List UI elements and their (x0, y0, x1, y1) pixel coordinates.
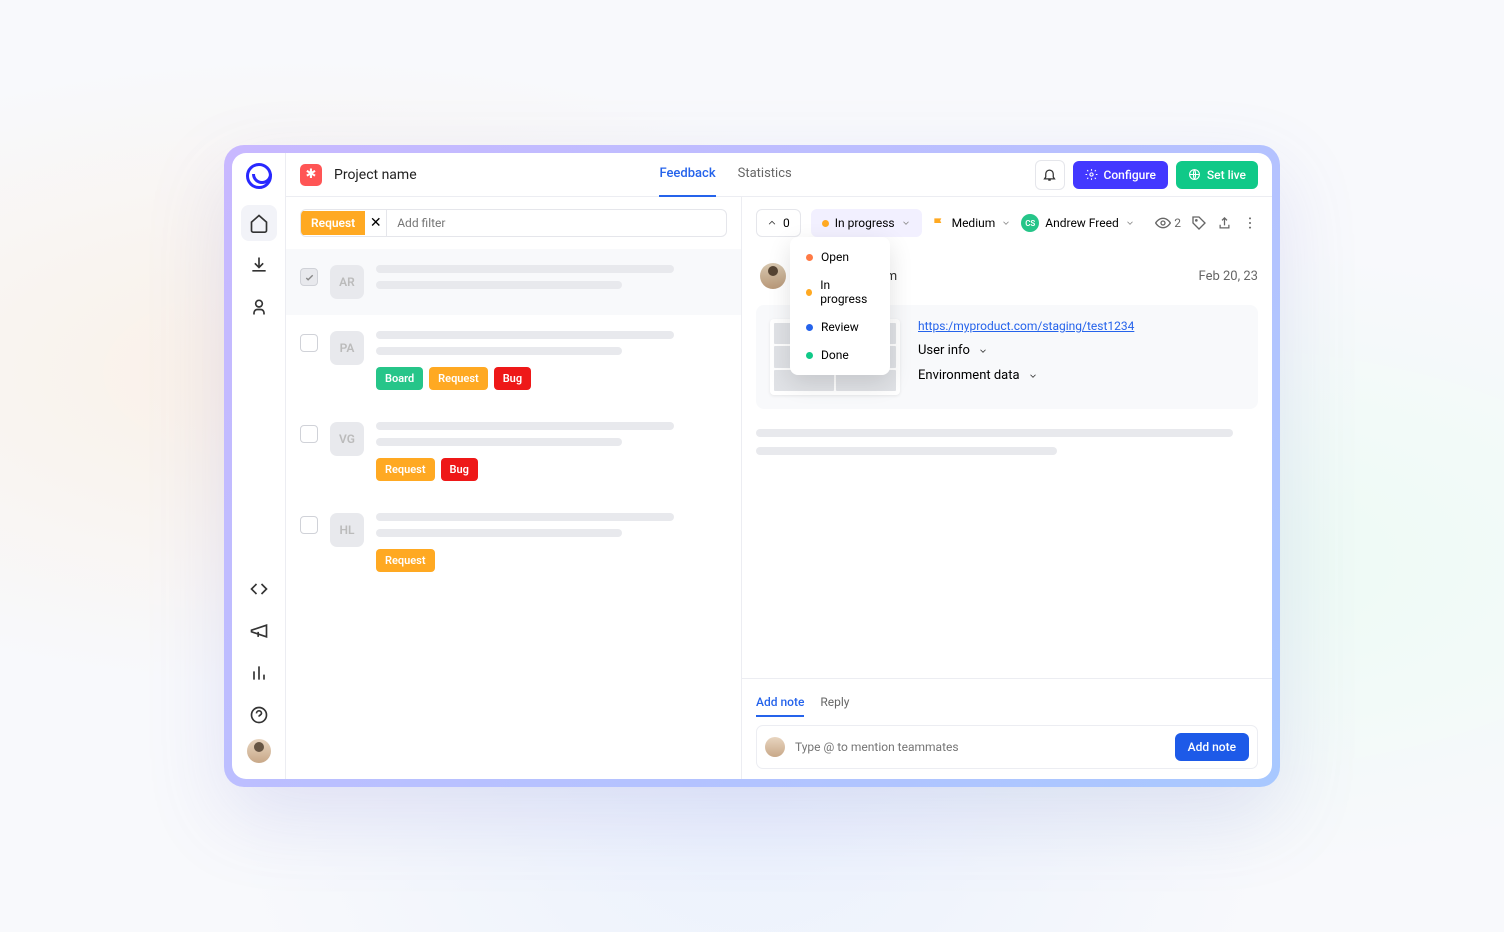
feedback-list-panel: Request ✕ AR PA Board Request Bug VG Reque… (286, 197, 742, 779)
tag-bug: Bug (494, 367, 531, 390)
item-title-placeholder (376, 422, 674, 430)
reporter-avatar (760, 263, 786, 289)
upvote-pill[interactable]: 0 (756, 209, 801, 237)
item-title-placeholder (376, 331, 674, 339)
filter-chip-remove[interactable]: ✕ (365, 210, 387, 236)
item-desc-placeholder (376, 347, 622, 355)
status-option-open[interactable]: Open (796, 243, 884, 271)
feedback-item[interactable]: PA Board Request Bug (286, 315, 741, 406)
nav-help[interactable] (241, 697, 277, 733)
tag-request: Request (376, 458, 435, 481)
item-avatar: VG (330, 422, 364, 456)
content-placeholder (756, 429, 1233, 437)
item-checkbox[interactable] (300, 334, 318, 352)
topbar: ✱ Project name Feedback Statistics Confi… (286, 153, 1272, 197)
detail-panel: 0 In progress Medium CSAndrew Freed 2 Op… (742, 197, 1272, 779)
item-checkbox[interactable] (300, 268, 318, 286)
item-checkbox[interactable] (300, 425, 318, 443)
item-desc-placeholder (376, 281, 622, 289)
item-title-placeholder (376, 513, 674, 521)
app-logo (246, 163, 272, 189)
nav-analytics[interactable] (241, 655, 277, 691)
project-name: Project name (334, 167, 417, 183)
add-note-button[interactable]: Add note (1175, 733, 1249, 761)
page-url-link[interactable]: https:/myproduct.com/staging/test1234 (918, 319, 1244, 333)
item-avatar: AR (330, 265, 364, 299)
item-checkbox[interactable] (300, 516, 318, 534)
filter-bar: Request ✕ (300, 209, 727, 237)
tag-request: Request (429, 367, 488, 390)
item-title-placeholder (376, 265, 674, 273)
nav-download[interactable] (241, 247, 277, 283)
status-pill[interactable]: In progress (811, 209, 922, 237)
tab-statistics[interactable]: Statistics (738, 153, 792, 197)
more-icon[interactable] (1242, 215, 1258, 231)
assignee-pill[interactable]: CSAndrew Freed (1021, 214, 1134, 232)
item-desc-placeholder (376, 438, 622, 446)
note-tab-add[interactable]: Add note (756, 689, 804, 717)
filter-chip-request[interactable]: Request (301, 211, 365, 235)
note-author-avatar (765, 737, 785, 757)
filter-input[interactable] (387, 216, 726, 230)
priority-pill[interactable]: Medium (932, 216, 1012, 230)
tag-bug: Bug (441, 458, 478, 481)
tag-request: Request (376, 549, 435, 572)
tab-feedback[interactable]: Feedback (659, 153, 715, 197)
notes-section: Add note Reply Add note (742, 678, 1272, 779)
notifications-button[interactable] (1035, 160, 1065, 190)
assignee-avatar: CS (1021, 214, 1039, 232)
nav-announce[interactable] (241, 613, 277, 649)
project-icon: ✱ (300, 164, 322, 186)
item-avatar: HL (330, 513, 364, 547)
item-avatar: PA (330, 331, 364, 365)
user-info-toggle[interactable]: User info (918, 343, 1244, 358)
content-placeholder (756, 447, 1057, 455)
status-option-done[interactable]: Done (796, 341, 884, 369)
status-option-in-progress[interactable]: In progress (796, 271, 884, 313)
set-live-button[interactable]: Set live (1176, 161, 1258, 189)
feedback-item[interactable]: VG Request Bug (286, 406, 741, 497)
item-desc-placeholder (376, 529, 622, 537)
tag-board: Board (376, 367, 423, 390)
status-option-review[interactable]: Review (796, 313, 884, 341)
status-dropdown: OpenIn progressReviewDone (790, 237, 890, 375)
tag-icon[interactable] (1191, 215, 1207, 231)
note-tab-reply[interactable]: Reply (820, 689, 849, 717)
current-user-avatar[interactable] (247, 739, 271, 763)
feedback-item[interactable]: AR (286, 249, 741, 315)
share-icon[interactable] (1217, 216, 1232, 231)
configure-button[interactable]: Configure (1073, 161, 1168, 189)
nav-user[interactable] (241, 289, 277, 325)
environment-toggle[interactable]: Environment data (918, 368, 1244, 383)
feedback-item[interactable]: HL Request (286, 497, 741, 588)
sidebar-rail (232, 153, 286, 779)
nav-home[interactable] (241, 205, 277, 241)
note-input[interactable] (795, 740, 1165, 754)
feedback-date: Feb 20, 23 (1199, 269, 1258, 284)
nav-code[interactable] (241, 571, 277, 607)
watchers-count[interactable]: 2 (1155, 215, 1181, 231)
